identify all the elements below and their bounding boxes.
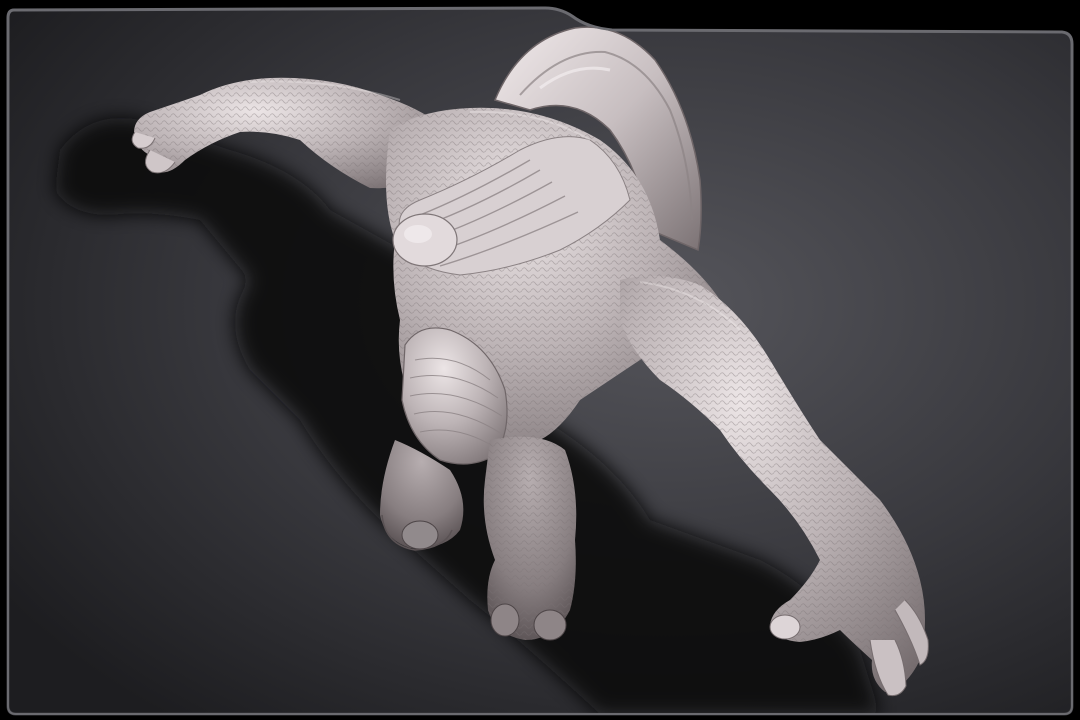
sculpt-application-window [0,0,1080,720]
scene-group [55,26,929,714]
viewport-canvas[interactable] [0,0,1080,720]
3d-viewport[interactable] [0,0,1080,720]
